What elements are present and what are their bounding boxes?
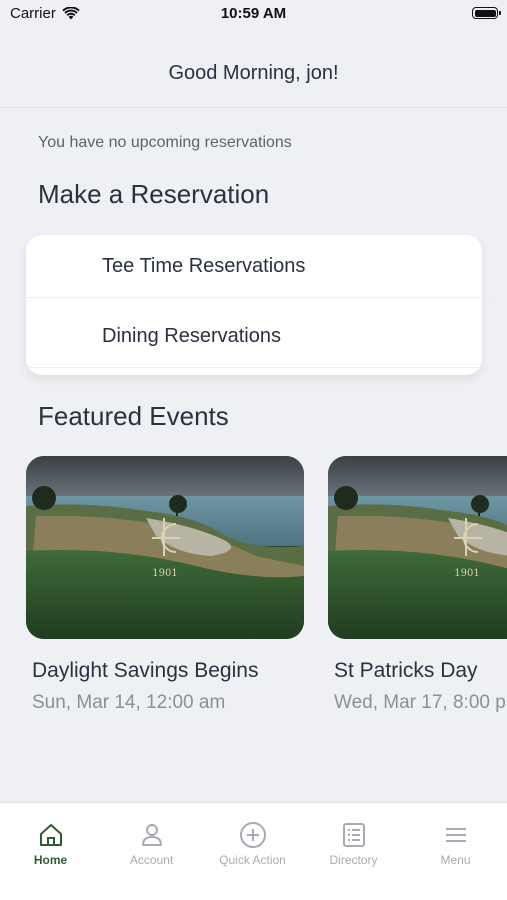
bottom-tab-bar: Home Account Quick Action Directory Menu xyxy=(0,802,507,900)
tab-home[interactable]: Home xyxy=(0,821,101,881)
tab-menu[interactable]: Menu xyxy=(405,821,506,881)
logo-year: 1901 xyxy=(152,568,177,579)
tab-menu-label: Menu xyxy=(440,853,471,867)
tab-account-label: Account xyxy=(129,853,174,867)
event-image: 1901 xyxy=(328,456,507,639)
event-image: 1901 xyxy=(26,456,304,639)
list-document-icon xyxy=(342,823,365,847)
status-time: 10:59 AM xyxy=(220,5,287,22)
hamburger-menu-icon xyxy=(445,828,466,842)
status-bar: Carrier 10:59 AM xyxy=(0,0,507,30)
tee-time-reservations-item[interactable]: Tee Time Reservations xyxy=(26,235,482,297)
golf-course-photo: 1901 xyxy=(26,456,304,639)
home-icon xyxy=(39,824,62,846)
no-reservations-message: You have no upcoming reservations xyxy=(38,134,292,151)
event-date: Sun, Mar 14, 12:00 am xyxy=(32,692,226,713)
greeting-title: Good Morning, jon! xyxy=(168,62,339,84)
tab-account[interactable]: Account xyxy=(101,821,202,881)
reservation-divider xyxy=(10,297,497,298)
header-divider xyxy=(0,107,507,108)
golf-course-photo: 1901 xyxy=(328,456,507,639)
make-reservation-title: Make a Reservation xyxy=(38,179,270,209)
home-screen: Carrier 10:59 AM Good Morning, jon! You … xyxy=(0,0,507,900)
featured-events-title: Featured Events xyxy=(38,401,229,431)
reservation-card: Tee Time Reservations Dining Reservation… xyxy=(26,235,482,375)
event-card-daylight-savings[interactable]: 1901 Daylight Savings Begins Sun, Mar 14… xyxy=(26,456,304,713)
tab-quick-action[interactable]: Quick Action xyxy=(202,821,303,881)
tab-directory-label: Directory xyxy=(329,853,378,867)
event-title: Daylight Savings Begins xyxy=(32,659,259,682)
event-title: St Patricks Day xyxy=(334,659,478,682)
tab-quick-action-label: Quick Action xyxy=(219,853,286,867)
event-card-st-patricks-day[interactable]: 1901 St Patricks Day Wed, Mar 17, 8:00 p… xyxy=(328,456,507,713)
reservation-divider-bottom xyxy=(10,367,497,368)
plus-circle-icon xyxy=(239,822,266,848)
battery-icon xyxy=(472,7,501,19)
tab-directory[interactable]: Directory xyxy=(303,821,404,881)
logo-year: 1901 xyxy=(454,568,479,579)
tab-home-label: Home xyxy=(33,853,68,867)
dining-reservations-item[interactable]: Dining Reservations xyxy=(26,305,482,367)
person-icon xyxy=(141,824,162,846)
event-date: Wed, Mar 17, 8:00 pm xyxy=(334,692,507,713)
